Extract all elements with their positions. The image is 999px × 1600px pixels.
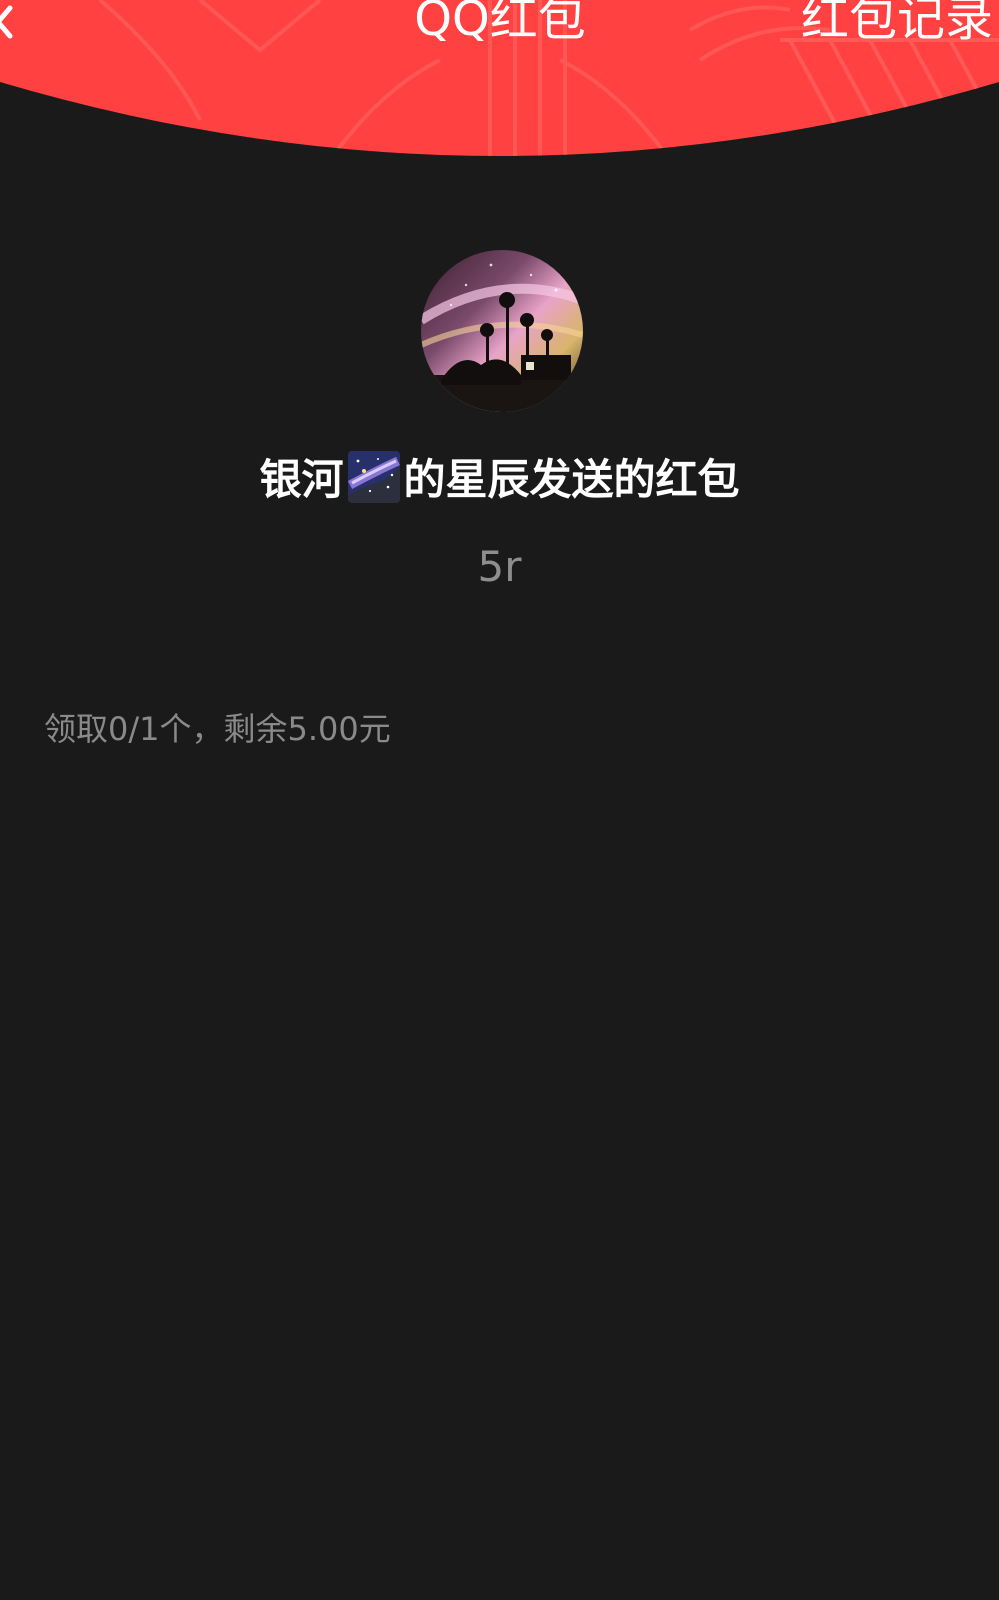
- back-button[interactable]: [0, 0, 26, 50]
- sender-avatar[interactable]: [421, 250, 583, 412]
- red-packet-records-link[interactable]: 红包记录: [801, 0, 993, 54]
- avatar-image: [421, 250, 583, 412]
- sender-name-part2: 的星辰发送的红包: [403, 455, 740, 504]
- red-packet-message: 5r: [477, 542, 522, 591]
- page-title: QQ红包: [414, 0, 586, 47]
- sender-title: 银河 的星辰发送的红包: [0, 448, 999, 512]
- milky-way-emoji-icon: [347, 451, 400, 503]
- sender-name-part1: 银河: [259, 455, 344, 504]
- claim-summary: 领取0/1个，剩余5.00元: [44, 710, 391, 748]
- red-packet-detail-screen: QQ红包 红包记录 银河 的星辰发送的红包 5r 领取0/1个，剩余5.00元: [0, 0, 999, 1600]
- chevron-left-icon: [0, 5, 13, 39]
